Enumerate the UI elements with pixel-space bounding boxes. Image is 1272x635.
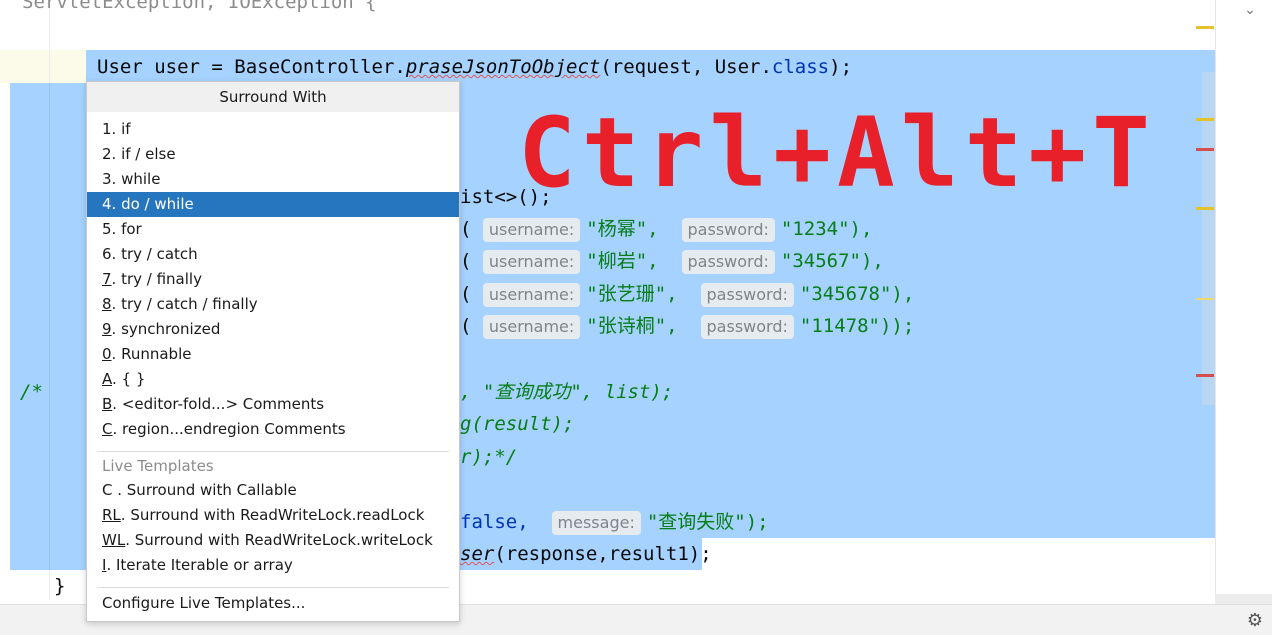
option-label: . try / finally: [111, 270, 202, 288]
code-row-2: ( username: "柳岩", password: "34567"),: [460, 250, 884, 274]
code-line-response: ser(response,result1);: [460, 543, 712, 565]
mnemonic-key: 0: [102, 345, 112, 363]
mnemonic-key: 4: [102, 195, 112, 213]
option-label: . Iterate Iterable or array: [106, 556, 293, 574]
option-label: . try / catch: [111, 245, 198, 263]
live-template-option[interactable]: WL. Surround with ReadWriteLock.writeLoc…: [87, 528, 459, 553]
shortcut-overlay-text: Ctrl+Alt+T: [518, 97, 1156, 209]
surround-with-popup: Surround With 1. if 2. if / else 3. while 4…: [86, 81, 460, 622]
popup-divider: [97, 451, 449, 452]
option-label: . synchronized: [111, 320, 221, 338]
surround-option[interactable]: B. <editor-fold...> Comments: [87, 392, 459, 417]
mnemonic-key: 7: [102, 270, 112, 288]
warning-marker[interactable]: [1196, 26, 1214, 29]
surround-option[interactable]: 6. try / catch: [87, 242, 459, 267]
popup-divider: [97, 587, 449, 588]
surround-option[interactable]: 2. if / else: [87, 142, 459, 167]
option-label: . do / while: [111, 195, 194, 213]
mnemonic-key: 2: [102, 145, 112, 163]
comment-line-3: r);*/: [460, 446, 518, 468]
comment-start: /*: [20, 381, 43, 403]
warning-marker[interactable]: [1196, 207, 1214, 210]
option-label: . Surround with ReadWriteLock.writeLock: [125, 531, 433, 549]
mnemonic-key: 3: [102, 170, 112, 188]
mnemonic-key: C: [102, 481, 113, 499]
code-line-false: false, message: "查询失败");: [460, 511, 769, 535]
warning-marker[interactable]: [1196, 118, 1214, 121]
option-label: . Runnable: [111, 345, 192, 363]
surround-option[interactable]: C. region...endregion Comments: [87, 417, 459, 442]
option-label: . for: [111, 220, 142, 238]
live-template-option[interactable]: RL. Surround with ReadWriteLock.readLock: [87, 503, 459, 528]
mnemonic-key: 5: [102, 220, 112, 238]
chevron-down-icon[interactable]: ⌄: [1240, 0, 1260, 20]
status-bar-scroll-thumb[interactable]: [1215, 594, 1272, 604]
surround-option[interactable]: 5. for: [87, 217, 459, 242]
surround-option[interactable]: 3. while: [87, 167, 459, 192]
surround-option[interactable]: 4. do / while: [87, 192, 459, 217]
mnemonic-key: 9: [102, 320, 112, 338]
surround-option[interactable]: 0. Runnable: [87, 342, 459, 367]
mnemonic-key: 1: [102, 120, 112, 138]
comment-line-1: , "查询成功", list);: [460, 381, 674, 403]
surround-option[interactable]: 8. try / catch / finally: [87, 292, 459, 317]
surround-option[interactable]: 9. synchronized: [87, 317, 459, 342]
option-label: . Surround with Callable: [112, 481, 297, 499]
option-label: . { }: [112, 370, 146, 388]
surround-option[interactable]: A. { }: [87, 367, 459, 392]
code-row-3: ( username: "张艺珊", password: "345678"),: [460, 283, 915, 307]
error-marker[interactable]: [1196, 148, 1214, 151]
mnemonic-key: A: [102, 370, 112, 388]
live-template-option[interactable]: I. Iterate Iterable or array: [87, 553, 459, 578]
option-label: . while: [111, 170, 161, 188]
code-line-top: ServletException, IOException {: [22, 0, 377, 13]
mnemonic-key: C: [102, 420, 113, 438]
option-label: . Surround with ReadWriteLock.readLock: [120, 506, 425, 524]
scrollbar-track[interactable]: [1202, 72, 1215, 405]
option-label: . if: [111, 120, 131, 138]
warning-marker[interactable]: [1196, 298, 1214, 300]
gutter-fold-strip: [49, 83, 50, 570]
live-templates-header: Live Templates: [102, 457, 214, 475]
mnemonic-key: 6: [102, 245, 112, 263]
mnemonic-key: 8: [102, 295, 112, 313]
mnemonic-key: WL: [102, 531, 126, 549]
surround-option[interactable]: 1. if: [87, 117, 459, 142]
comment-line-2: g(result);: [460, 413, 575, 435]
error-marker[interactable]: [1196, 374, 1214, 377]
option-label: . <editor-fold...> Comments: [112, 395, 325, 413]
popup-title: Surround With: [87, 82, 459, 112]
code-line-user: User user = BaseController.praseJsonToOb…: [97, 56, 853, 78]
surround-option[interactable]: 7. try / finally: [87, 267, 459, 292]
settings-gear-icon[interactable]: ⚙: [1244, 610, 1266, 632]
configure-live-templates[interactable]: Configure Live Templates...: [87, 591, 459, 616]
option-label: . try / catch / finally: [111, 295, 258, 313]
mnemonic-key: RL: [102, 506, 121, 524]
option-label: . region...endregion Comments: [112, 420, 346, 438]
closing-brace: }: [54, 575, 66, 597]
option-label: . if / else: [111, 145, 176, 163]
code-row-1: ( username: "杨幂", password: "1234"),: [460, 218, 873, 242]
mnemonic-key: B: [102, 395, 113, 413]
right-panel: [1215, 0, 1272, 600]
code-row-4: ( username: "张诗桐", password: "11478"));: [460, 315, 915, 339]
live-template-option[interactable]: C . Surround with Callable: [87, 478, 459, 503]
